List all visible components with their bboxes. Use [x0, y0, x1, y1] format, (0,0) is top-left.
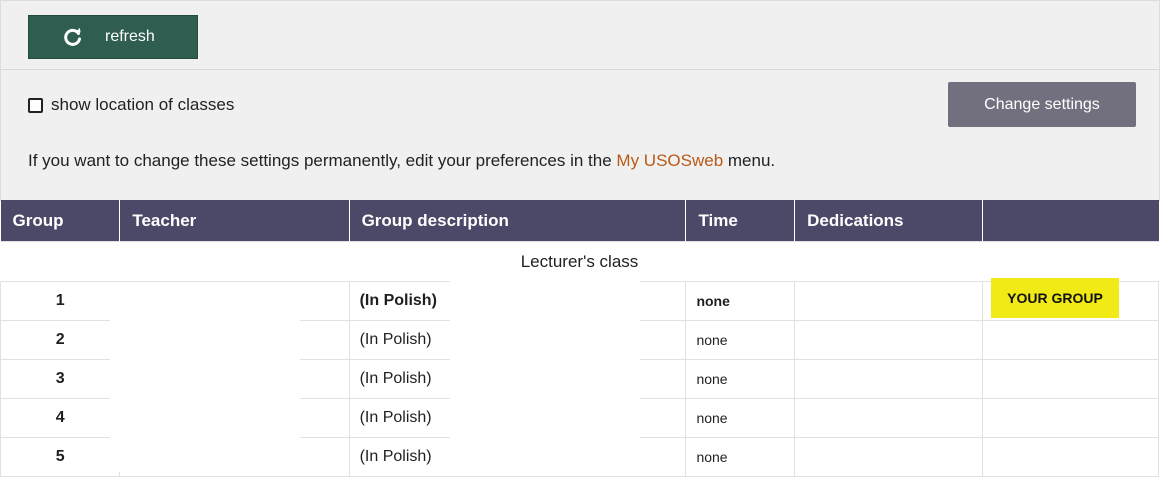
time-cell: none — [685, 398, 796, 438]
refresh-label: refresh — [105, 28, 155, 45]
header-group: Group — [0, 200, 121, 242]
change-settings-button[interactable]: Change settings — [948, 82, 1136, 127]
description-redaction — [450, 279, 640, 471]
action-cell — [982, 398, 1159, 438]
dedications-cell — [794, 398, 984, 438]
dedications-cell — [794, 437, 984, 477]
preferences-note: If you want to change these settings per… — [28, 151, 775, 171]
time-cell: none — [685, 359, 796, 399]
section-label: Lecturer's class — [0, 241, 1159, 282]
time-cell: none — [685, 281, 796, 321]
table-header-row: Group Teacher Group description Time Ded… — [0, 200, 1159, 242]
action-cell — [982, 437, 1159, 477]
teacher-redaction — [110, 282, 300, 472]
dedications-cell — [794, 320, 984, 360]
header-teacher: Teacher — [119, 200, 350, 242]
time-cell: none — [685, 320, 796, 360]
refresh-bar: refresh — [1, 1, 1159, 70]
group-number: 1 — [0, 281, 121, 321]
show-location-checkbox[interactable] — [28, 97, 43, 113]
refresh-button[interactable]: refresh — [28, 15, 198, 59]
group-number: 5 — [0, 437, 121, 477]
time-cell: none — [685, 437, 796, 477]
group-number: 4 — [0, 398, 121, 438]
settings-panel: refresh show location of classes Change … — [0, 0, 1160, 201]
action-cell — [982, 359, 1159, 399]
group-number: 3 — [0, 359, 121, 399]
preferences-text-before: If you want to change these settings per… — [28, 151, 617, 170]
header-time: Time — [685, 200, 796, 242]
header-action — [982, 200, 1159, 242]
header-dedications: Dedications — [794, 200, 984, 242]
your-group-badge: YOUR GROUP — [991, 278, 1119, 318]
header-group-description: Group description — [349, 200, 687, 242]
show-location-option[interactable]: show location of classes — [28, 95, 234, 115]
action-cell — [982, 320, 1159, 360]
action-cell: YOUR GROUP — [982, 278, 1159, 321]
show-location-label: show location of classes — [51, 95, 235, 114]
preferences-text-after: menu. — [723, 151, 776, 170]
section-row: Lecturer's class — [0, 241, 1159, 282]
my-usosweb-link[interactable]: My USOSweb — [616, 151, 723, 170]
dedications-cell — [794, 359, 984, 399]
refresh-icon — [55, 27, 91, 47]
dedications-cell — [794, 281, 984, 321]
group-number: 2 — [0, 320, 121, 360]
